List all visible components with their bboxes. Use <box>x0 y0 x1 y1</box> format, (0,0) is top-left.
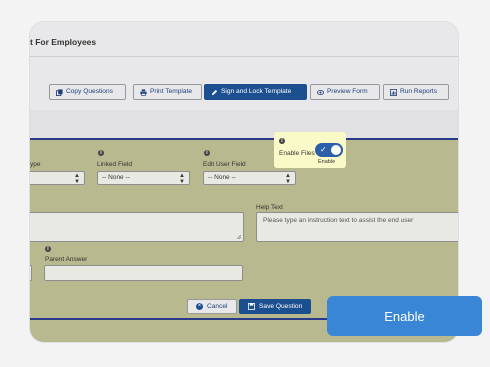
preview-form-label: Preview Form <box>327 88 368 95</box>
cancel-label: Cancel <box>207 303 228 310</box>
page-title: t For Employees <box>30 37 97 47</box>
enable-tooltip: Enable <box>327 296 482 336</box>
toggle-knob <box>331 145 341 155</box>
copy-questions-label: Copy Questions <box>66 88 113 95</box>
print-icon <box>140 88 147 96</box>
linked-field-value: -- None -- <box>102 174 130 181</box>
copy-icon <box>56 88 63 96</box>
type-label: ype <box>30 161 41 168</box>
copy-questions-button[interactable]: Copy Questions <box>49 84 126 100</box>
select-arrows-icon: ▲ ▼ <box>74 173 80 185</box>
type-select[interactable]: ▲ ▼ <box>30 171 85 185</box>
save-question-label: Save Question <box>259 303 303 310</box>
save-icon <box>248 303 255 310</box>
parent-answer-input[interactable] <box>44 265 243 281</box>
run-reports-button[interactable]: Run Reports <box>383 84 449 100</box>
parent-question-input[interactable] <box>30 265 32 281</box>
parent-answer-info-icon[interactable]: i <box>45 246 51 252</box>
resize-handle-icon[interactable] <box>236 234 241 239</box>
check-icon: ✓ <box>320 145 327 154</box>
enable-files-state: Enable <box>318 159 336 165</box>
help-text-label: Help Text <box>256 204 283 211</box>
cancel-button[interactable]: × Cancel <box>187 299 237 314</box>
help-text-placeholder: Please type an instruction text to assis… <box>263 217 414 224</box>
select-arrows-icon: ▲ ▼ <box>179 173 185 185</box>
question-text-area[interactable] <box>30 212 244 242</box>
print-template-label: Print Template <box>150 88 193 95</box>
section-band <box>30 110 458 140</box>
cancel-icon: × <box>196 303 203 310</box>
header-divider <box>30 56 458 57</box>
enable-files-info-icon[interactable]: i <box>279 138 285 144</box>
parent-answer-label: Parent Answer <box>45 256 88 263</box>
preview-form-button[interactable]: Preview Form <box>310 84 380 100</box>
sign-and-lock-label: Sign and Lock Template <box>221 88 292 95</box>
save-question-button[interactable]: Save Question <box>239 299 312 314</box>
linked-field-info-icon[interactable]: i <box>98 150 104 156</box>
select-arrows-icon: ▲ ▼ <box>285 173 291 185</box>
print-template-button[interactable]: Print Template <box>133 84 202 100</box>
help-text-area[interactable]: Please type an instruction text to assis… <box>256 212 458 242</box>
report-icon <box>390 88 397 96</box>
pen-icon <box>211 89 218 95</box>
run-reports-label: Run Reports <box>400 88 438 95</box>
sign-and-lock-template-button[interactable]: Sign and Lock Template <box>204 84 307 100</box>
linked-field-label: Linked Field <box>97 161 133 168</box>
linked-field-select[interactable]: -- None -- ▲ ▼ <box>97 171 190 185</box>
edit-user-field-value: -- None -- <box>208 174 236 181</box>
enable-files-highlight: i Enable Files ✓ Enable <box>274 132 346 168</box>
edit-user-field-info-icon[interactable]: i <box>204 150 210 156</box>
enable-files-toggle[interactable]: ✓ <box>316 144 342 156</box>
enable-files-label: Enable Files <box>279 150 315 157</box>
edit-user-field-select[interactable]: -- None -- ▲ ▼ <box>203 171 296 185</box>
eye-icon <box>317 89 324 95</box>
edit-user-field-label: Edit User Field <box>203 161 246 168</box>
